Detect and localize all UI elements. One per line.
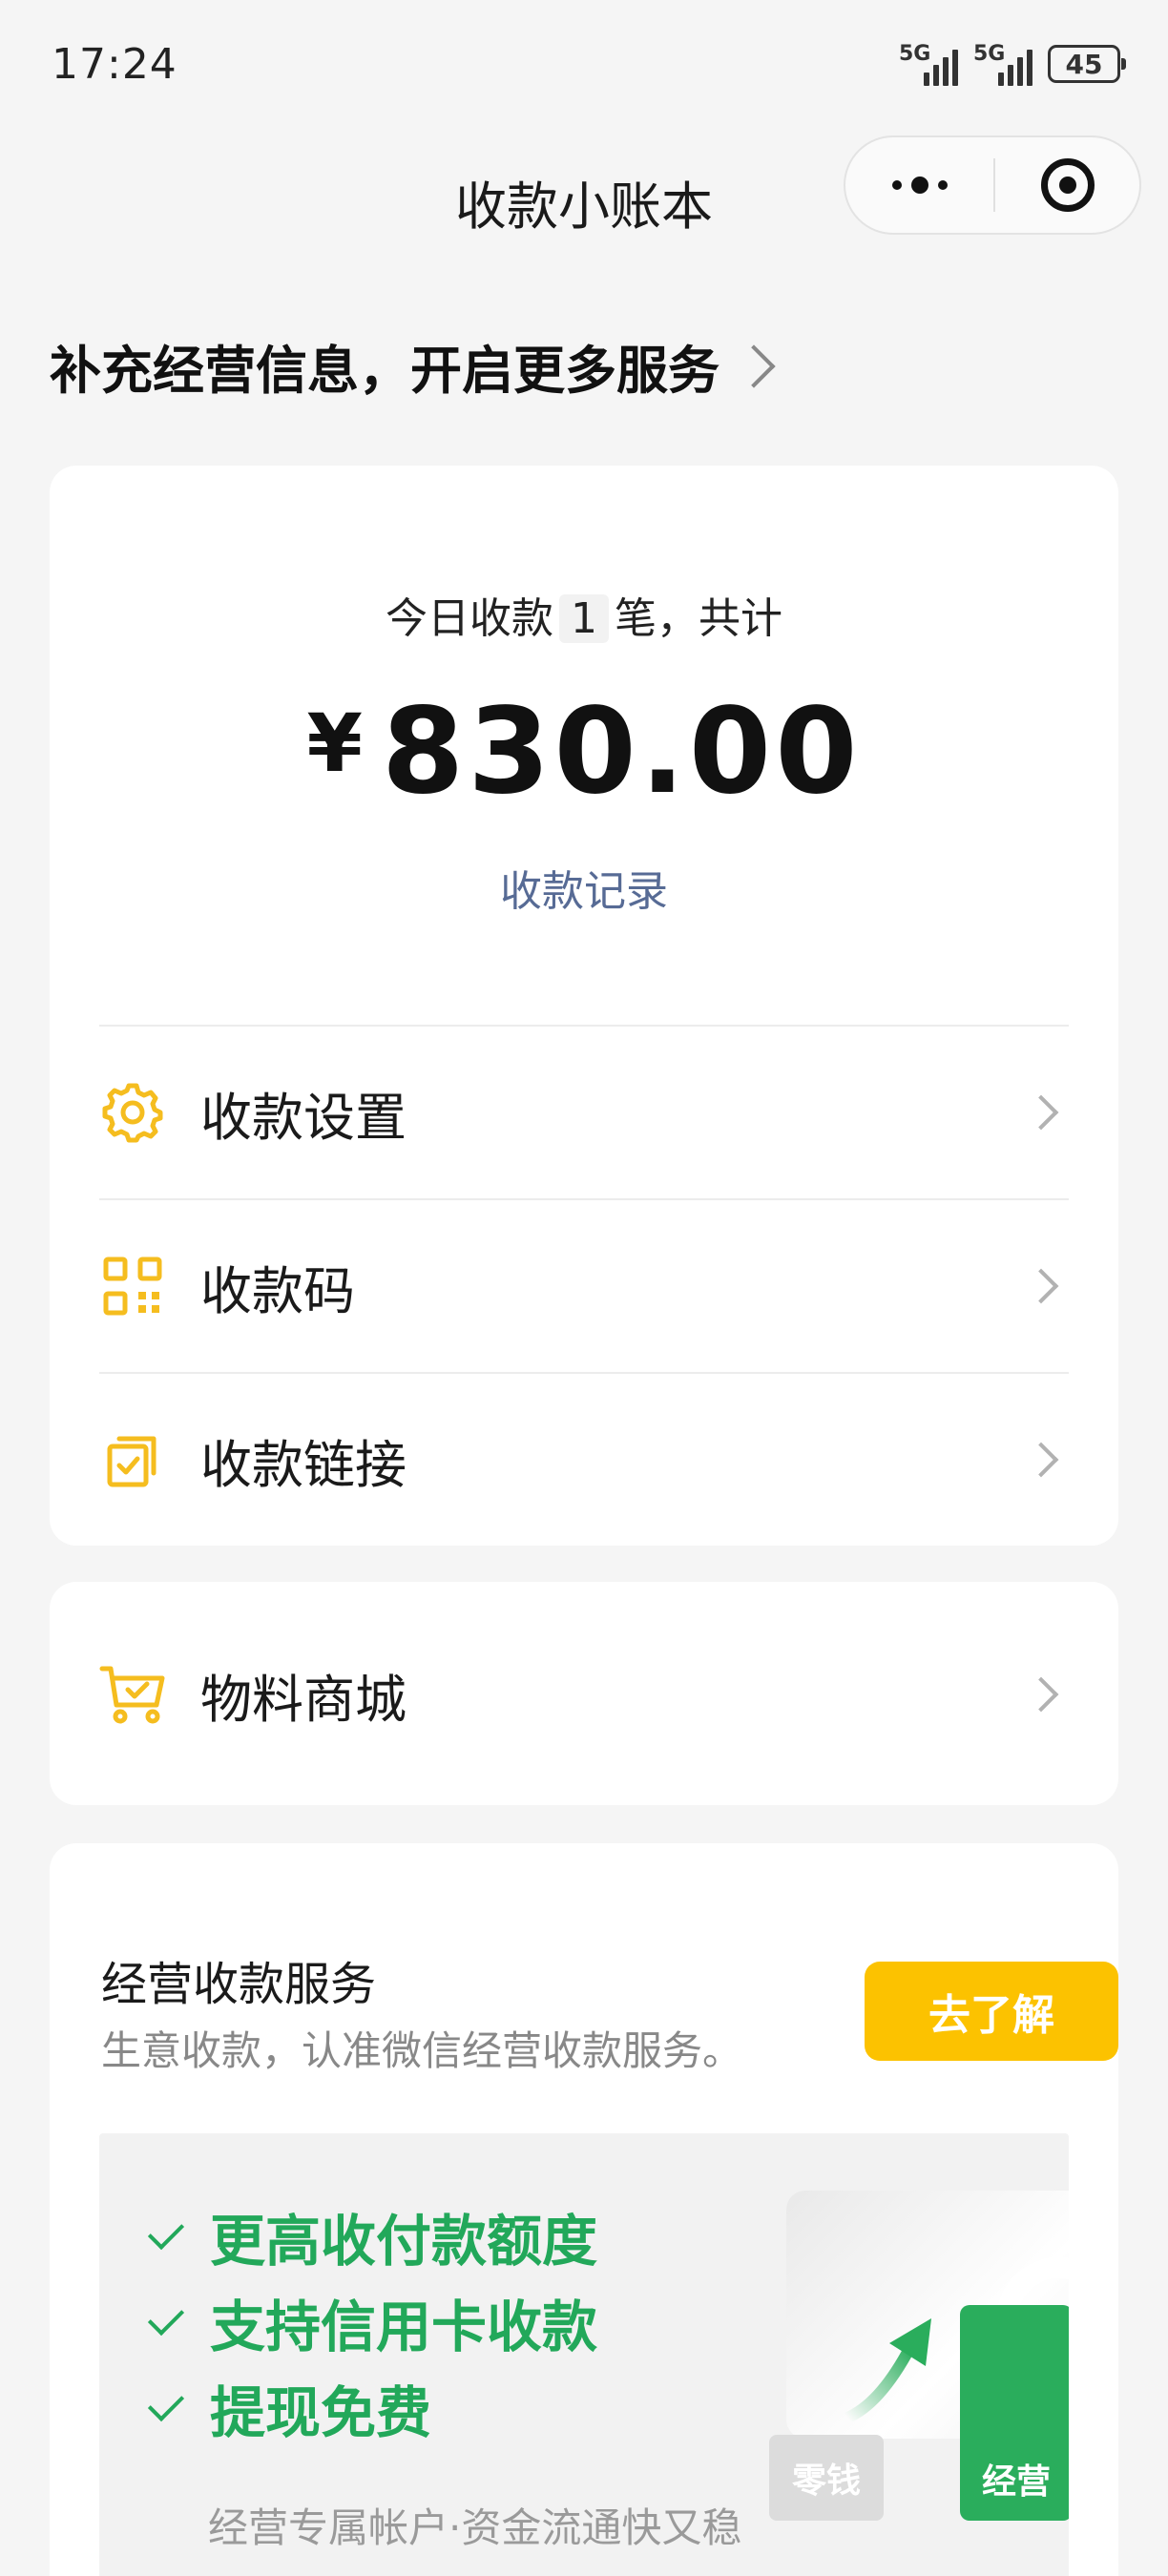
service-banner[interactable]: 更高收付款额度 支持信用卡收款 提现免费 经营专属帐户·资金流通快又稳 零钱 经… xyxy=(99,2133,1069,2576)
payment-link-icon xyxy=(99,1426,166,1493)
battery-icon: 45 xyxy=(1048,45,1126,83)
business-account-card: 经营 xyxy=(960,2305,1069,2521)
change-wallet-card: 零钱 xyxy=(769,2435,884,2521)
menu-item-shop[interactable]: 物料商城 xyxy=(99,1609,1069,1780)
currency-symbol: ¥ xyxy=(306,696,363,790)
feature-item: 支持信用卡收款 xyxy=(147,2282,597,2362)
miniprogram-capsule xyxy=(844,135,1141,235)
menu-item-label: 物料商城 xyxy=(200,1669,407,1730)
promo-text: 补充经营信息，开启更多服务 xyxy=(50,341,720,401)
qr-code-icon xyxy=(99,1253,166,1319)
today-amount: ¥830.00 xyxy=(50,683,1118,821)
status-time: 17:24 xyxy=(52,40,177,89)
feature-item: 更高收付款额度 xyxy=(147,2196,597,2276)
today-summary: 今日收款 1 笔，共计 xyxy=(386,594,782,643)
check-icon xyxy=(147,2298,185,2337)
shop-card: 物料商城 xyxy=(50,1582,1118,1805)
service-title: 经营收款服务 xyxy=(101,1958,377,2011)
shopping-cart-icon xyxy=(99,1661,166,1728)
target-icon xyxy=(1040,158,1095,212)
chevron-right-icon xyxy=(1023,1094,1059,1131)
menu-item-label: 收款设置 xyxy=(200,1087,407,1148)
arrow-up-icon xyxy=(842,2318,931,2423)
service-footer: 经营专属帐户·资金流通快又稳 xyxy=(208,2504,742,2551)
close-miniprogram-button[interactable] xyxy=(995,158,1139,212)
chevron-right-icon xyxy=(732,343,776,388)
learn-more-button[interactable]: 去了解 xyxy=(865,1962,1118,2061)
business-service-card: 经营收款服务 生意收款，认准微信经营收款服务。 去了解 更高收付款额度 支持信用… xyxy=(50,1843,1118,2576)
count-badge: 1 xyxy=(559,594,609,643)
service-subtitle: 生意收款，认准微信经营收款服务。 xyxy=(101,2027,743,2074)
signal-icon: 5G xyxy=(899,42,958,86)
more-icon[interactable] xyxy=(845,137,993,233)
summary-card: 今日收款 1 笔，共计 ¥830.00 收款记录 收款设置 收款码 收款链接 xyxy=(50,466,1118,1546)
menu-item-label: 收款链接 xyxy=(200,1434,407,1495)
menu-item-label: 收款码 xyxy=(200,1260,355,1321)
business-info-promo[interactable]: 补充经营信息，开启更多服务 xyxy=(50,328,776,404)
check-icon xyxy=(147,2212,185,2251)
feature-item: 提现免费 xyxy=(147,2368,431,2448)
chevron-right-icon xyxy=(1023,1676,1059,1713)
chevron-right-icon xyxy=(1023,1268,1059,1304)
menu-item-settings[interactable]: 收款设置 xyxy=(99,1027,1069,1198)
gear-icon xyxy=(99,1079,166,1146)
signal-icon-2: 5G xyxy=(973,42,1032,86)
menu-item-qr-code[interactable]: 收款码 xyxy=(99,1200,1069,1372)
menu-item-link[interactable]: 收款链接 xyxy=(99,1374,1069,1546)
status-icons: 5G 5G 45 xyxy=(899,42,1126,86)
amount-value: 830.00 xyxy=(381,683,862,821)
chevron-right-icon xyxy=(1023,1442,1059,1478)
check-icon xyxy=(147,2384,185,2422)
records-link[interactable]: 收款记录 xyxy=(50,857,1118,918)
